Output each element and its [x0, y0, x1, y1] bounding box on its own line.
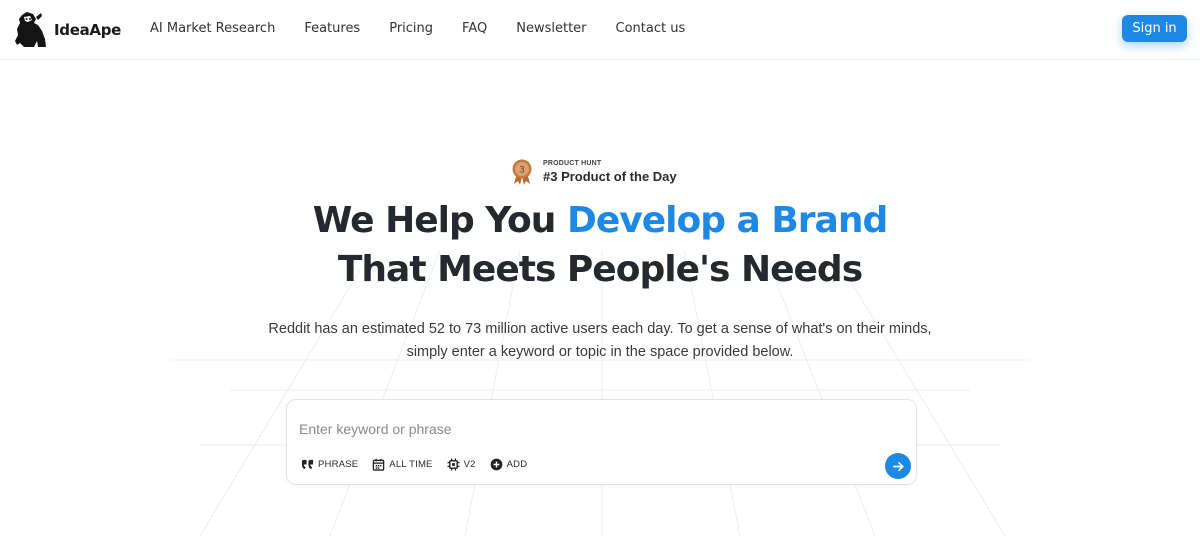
top-navbar: IdeaApe AI Market Research Features Pric… [0, 0, 1200, 60]
headline-line2: That Meets People's Needs [337, 249, 863, 290]
nav-item-features[interactable]: Features [304, 21, 360, 36]
nav-item-ai-market-research[interactable]: AI Market Research [150, 21, 275, 36]
nav-item-newsletter[interactable]: Newsletter [516, 21, 586, 36]
time-range-label: ALL TIME [389, 459, 433, 470]
search-submit-button[interactable] [885, 453, 911, 479]
medal-number: 3 [519, 166, 525, 176]
add-label: ADD [506, 459, 528, 470]
model-version-option[interactable]: V2 [447, 458, 476, 471]
badge-small-label: PRODUCT HUNT [543, 160, 602, 167]
nav-item-pricing[interactable]: Pricing [389, 21, 433, 36]
gorilla-logo-icon [15, 12, 46, 47]
time-range-option[interactable]: ALL TIME [372, 458, 432, 471]
brand-name: IdeaApe [54, 20, 122, 39]
medal-icon: 3 [512, 159, 532, 185]
badge-text: PRODUCT HUNT #3 Product of the Day [543, 160, 677, 184]
quote-icon [301, 459, 314, 470]
arrow-right-icon [892, 461, 904, 471]
phrase-label: PHRASE [318, 459, 359, 470]
badge-big-label: #3 Product of the Day [543, 169, 677, 184]
search-options: PHRASE ALL TIME V2 ADD [301, 458, 541, 471]
calendar-icon [373, 458, 385, 471]
headline-accent: Develop a Brand [566, 200, 888, 241]
nav-item-faq[interactable]: FAQ [462, 21, 487, 36]
chip-icon [447, 458, 460, 471]
phrase-option[interactable]: PHRASE [301, 458, 358, 471]
headline-line1-prefix: We Help You [312, 200, 567, 241]
add-option[interactable]: ADD [490, 458, 528, 471]
main-nav: AI Market Research Features Pricing FAQ … [150, 21, 714, 36]
plus-circle-icon [490, 458, 502, 471]
nav-item-contact-us[interactable]: Contact us [616, 21, 686, 36]
hero-headline: We Help You Develop a Brand That Meets P… [0, 196, 1200, 294]
sign-in-button[interactable]: Sign in [1122, 15, 1187, 42]
product-hunt-badge[interactable]: 3 PRODUCT HUNT #3 Product of the Day [510, 158, 677, 186]
model-version-label: V2 [463, 459, 476, 470]
hero-subtitle: Reddit has an estimated 52 to 73 million… [268, 321, 932, 360]
keyword-search-input[interactable] [299, 418, 859, 440]
keyword-search-box: PHRASE ALL TIME [286, 399, 917, 485]
brand-logo[interactable]: IdeaApe [14, 11, 121, 48]
